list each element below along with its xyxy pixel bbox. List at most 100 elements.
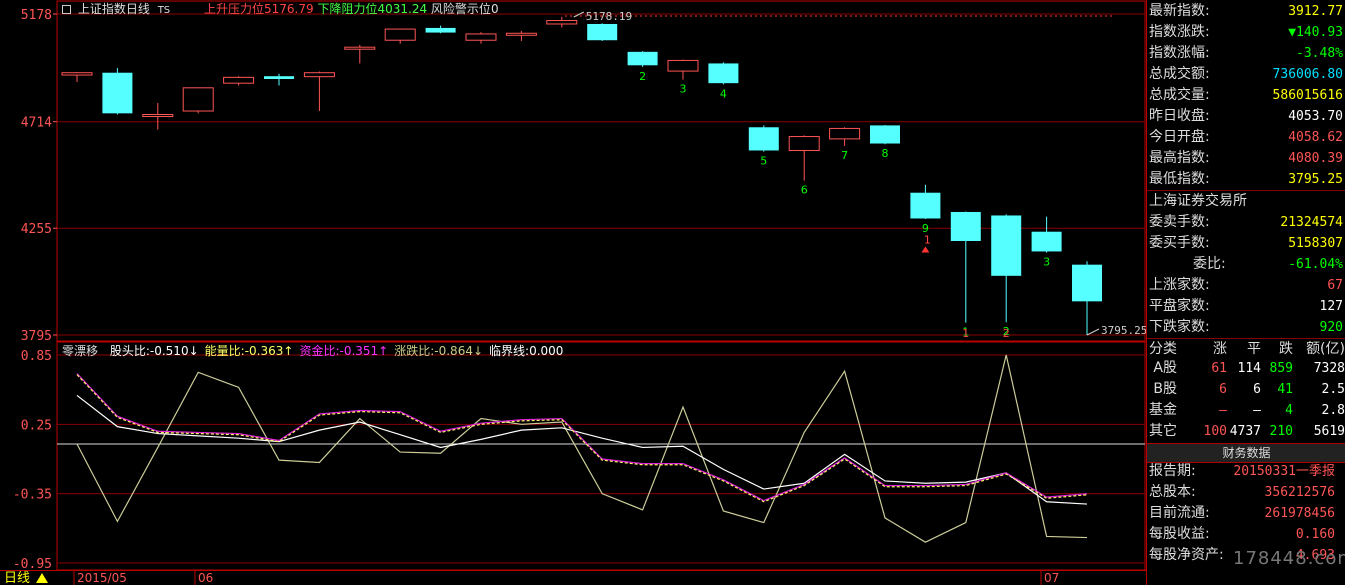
osc-item-value: -0.363: [244, 344, 284, 358]
candle-body-up: [61, 72, 93, 76]
candle-body-down: [748, 127, 779, 151]
td-count-label: 7: [841, 149, 848, 162]
resistance-label: 上升压力位: [203, 2, 264, 16]
quote-label: 指数涨跌:: [1149, 24, 1210, 40]
td-count-label-red: 1: [962, 327, 969, 340]
osc-item-arrow: ↑: [283, 344, 294, 358]
candle-body-down: [991, 215, 1022, 276]
quote-row: 委卖手数: 21324574: [1149, 212, 1343, 233]
breakdown-col-header: 额(亿): [1306, 341, 1345, 357]
breakdown-cell: 114: [1237, 361, 1261, 376]
finance-row: 每股收益: 0.160: [1149, 524, 1343, 545]
osc-item-arrow: ↑: [378, 344, 389, 358]
risk-value: 0: [490, 2, 499, 16]
td-count-label: 4: [720, 87, 727, 100]
quote-row: 昨日收盘: 4053.70: [1149, 106, 1343, 127]
quote-label: 下跌家数:: [1149, 319, 1210, 335]
quote-value: 4080.39: [1288, 151, 1343, 166]
quote-value: 3795.25: [1288, 172, 1343, 187]
breakdown-header: 分类 涨 平 跌额(亿): [1147, 339, 1345, 360]
osc-item: 涨跌比:-0.864↓: [394, 344, 483, 358]
quote-row: 指数涨幅: -3.48%: [1149, 43, 1343, 64]
osc-series-line-stock-head: [76, 394, 1088, 505]
quote-row: 今日开盘: 4058.62: [1149, 127, 1343, 148]
support-value: 4031.24: [377, 2, 428, 16]
breakdown-col-header: 涨: [1213, 341, 1227, 357]
candle-body-up: [829, 127, 861, 140]
support-label: 下降阻力位: [317, 2, 378, 16]
breakdown-cell: 6: [1219, 382, 1227, 397]
chart-menu-icon[interactable]: [62, 5, 71, 14]
finance-value: 20150331一季报: [1233, 464, 1335, 479]
quote-value: 4058.62: [1288, 130, 1343, 145]
quote-value: -61.04%: [1288, 257, 1343, 272]
date-label: 06: [198, 571, 213, 585]
period-toggle-icon[interactable]: [36, 573, 48, 583]
quote-value: 67: [1327, 278, 1343, 293]
low-pointer: [1086, 328, 1100, 336]
quote-value: -3.48%: [1296, 46, 1343, 61]
chart-area[interactable]: 5178 4714 4255 3795 0.85 0.25 -0.35 -0.95 2 3 4 5 6 7…: [0, 0, 1146, 585]
finance-label: 总股本:: [1149, 484, 1196, 500]
osc-tick-label: 0.85: [21, 349, 52, 364]
osc-item-label: 临界线:: [489, 344, 530, 358]
price-tick-label: 3795: [21, 329, 52, 344]
quote-label: 最高指数:: [1149, 150, 1210, 166]
watermark: 178448.com: [1233, 548, 1345, 569]
candle-body-up: [344, 46, 376, 50]
candle-body-down: [102, 72, 133, 114]
osc-item: 股头比:-0.510↓: [110, 344, 199, 358]
ts-label: TS: [157, 5, 171, 16]
quote-label: 委比:: [1193, 256, 1226, 272]
candle-body-down: [1072, 264, 1102, 302]
index-title: 上证指数: [77, 2, 126, 16]
osc-series-line-rise-fall: [76, 354, 1088, 543]
breakdown-col-header: 跌: [1279, 341, 1293, 357]
td-count-label: 3: [680, 83, 687, 96]
quote-label: 上涨家数:: [1149, 277, 1210, 293]
quote-value: 5158307: [1288, 236, 1343, 251]
candle-body-up: [384, 28, 416, 41]
osc-tick-label: -0.35: [13, 488, 52, 503]
candle-body-down: [950, 211, 981, 241]
finance-label: 目前流通:: [1149, 505, 1210, 521]
quote-row: 最低指数: 3795.25: [1149, 169, 1343, 190]
osc-item-value: -0.864: [434, 344, 473, 358]
low-label: 3795.25: [1101, 324, 1146, 337]
candle-body-up: [142, 114, 174, 118]
quote-value: 4053.70: [1288, 109, 1343, 124]
breakdown-cell: –: [1253, 403, 1261, 418]
quote-label: 总成交量:: [1149, 87, 1210, 103]
osc-item: 资金比:-0.351↑: [299, 344, 388, 358]
finance-row: 目前流通: 261978456: [1149, 503, 1343, 524]
finance-label: 每股净资产:: [1149, 547, 1224, 563]
quote-label: 平盘家数:: [1149, 298, 1210, 314]
finance-row: 报告期: 20150331一季报: [1149, 461, 1343, 482]
candle-body-down: [587, 23, 618, 41]
date-label: 07: [1044, 571, 1059, 585]
candle-body-up: [182, 87, 214, 112]
quote-label: 昨日收盘:: [1149, 108, 1210, 124]
candle-body-down: [870, 125, 900, 144]
period-tab[interactable]: 日线: [4, 571, 30, 585]
osc-item-arrow: ↓: [188, 344, 199, 358]
candle-body-down: [708, 63, 739, 84]
quote-label: 今日开盘:: [1149, 129, 1210, 145]
price-tick-label: 5178: [21, 8, 52, 23]
resistance-value: 5176.79: [264, 2, 314, 16]
candle-body-down: [264, 76, 294, 79]
quote-row: 下跌家数: 920: [1149, 317, 1343, 338]
exchange-name: 上海证券交易所: [1149, 193, 1247, 209]
finance-value: 0.160: [1295, 527, 1335, 542]
osc-item-arrow: ↓: [472, 344, 484, 358]
breakdown-row: 其它 100 4737 210 5619: [1147, 421, 1345, 442]
quote-row: 委比: -61.04%: [1149, 254, 1343, 275]
price-panel-frame: [56, 0, 1146, 342]
finance-row: 总股本: 356212576: [1149, 482, 1343, 503]
candle-body-down: [910, 192, 941, 219]
breakdown-cell: 2.5: [1321, 382, 1345, 397]
breakdown-cell: 基金: [1149, 402, 1177, 418]
breakdown-cell: 5619: [1313, 424, 1345, 439]
osc-item-label: 股头比:: [109, 344, 150, 358]
finance-title: 财务数据: [1147, 443, 1345, 463]
